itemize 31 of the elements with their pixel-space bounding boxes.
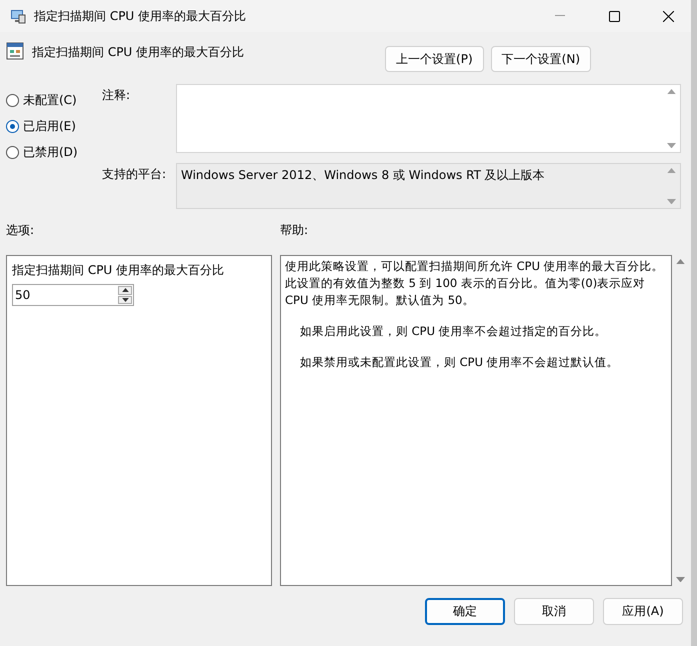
policy-title: 指定扫描期间 CPU 使用率的最大百分比	[32, 44, 246, 61]
comment-field[interactable]	[176, 84, 681, 153]
state-radio-option[interactable]: 已禁用(D)	[6, 144, 102, 161]
help-paragraph: 使用此策略设置，可以配置扫描期间所允许 CPU 使用率的最大百分比。此设置的有效值为整数 5 到 100 表示的百分比。值为零(0)表示应对 CPU 使用率无限制。默认值为 50。	[285, 258, 665, 309]
close-icon	[662, 10, 674, 22]
policy-computer-icon	[10, 8, 26, 24]
minimize-icon	[555, 15, 565, 17]
previous-setting-button[interactable]: 上一个设置(P)	[385, 46, 484, 72]
scroll-up-icon[interactable]	[667, 168, 676, 174]
policy-settings-icon	[6, 42, 24, 60]
window-title: 指定扫描期间 CPU 使用率的最大百分比	[34, 8, 248, 24]
dialog-button[interactable]: 应用(A)	[603, 598, 683, 625]
scroll-down-icon[interactable]	[676, 576, 685, 582]
setting-label: 指定扫描期间 CPU 使用率的最大百分比	[12, 262, 226, 279]
scroll-down-icon[interactable]	[667, 142, 676, 148]
state-radio-option[interactable]: 未配置(C)	[6, 92, 102, 109]
platform-label: 支持的平台:	[102, 166, 168, 183]
maximize-icon	[608, 10, 620, 22]
help-paragraph: 如果启用此设置，则 CPU 使用率不会超过指定的百分比。	[299, 323, 608, 340]
options-label: 选项:	[6, 222, 36, 239]
dialog-button[interactable]: 取消	[514, 598, 594, 625]
state-radio-option[interactable]: 已启用(E)	[6, 118, 102, 135]
comment-label: 注释:	[102, 87, 132, 104]
dialog-button[interactable]: 确定	[425, 598, 505, 625]
scroll-up-icon[interactable]	[667, 89, 676, 94]
help-label: 帮助:	[280, 222, 308, 239]
platform-field: Windows Server 2012、Windows 8 或 Windows RT 及以上版本	[176, 163, 681, 209]
scroll-down-icon[interactable]	[667, 198, 676, 204]
scroll-up-icon[interactable]	[676, 259, 685, 264]
help-paragraph: 如果禁用或未配置此设置，则 CPU 使用率不会超过默认值。	[299, 354, 620, 371]
next-setting-button[interactable]: 下一个设置(N)	[490, 46, 591, 72]
